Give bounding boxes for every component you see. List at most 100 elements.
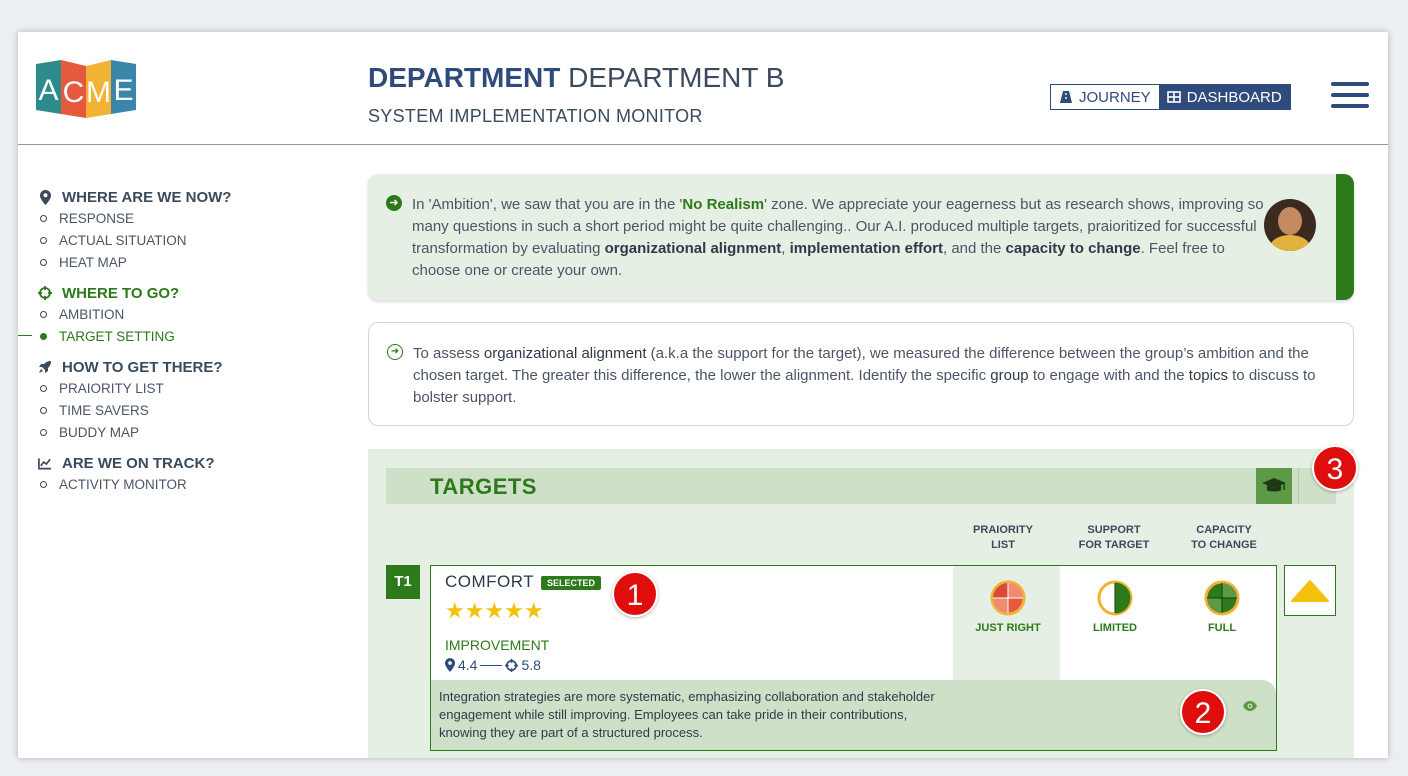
sidebar-section-title: WHERE ARE WE NOW? [62, 188, 232, 206]
arrow-right-circle-icon: ➜ [387, 344, 403, 360]
journey-toggle-button[interactable]: JOURNEY [1051, 85, 1159, 109]
page-title-bold: DEPARTMENT [368, 62, 561, 93]
bullet-icon [40, 310, 47, 318]
current-score: 4.4 [458, 657, 478, 673]
triangle-up-icon [1291, 579, 1329, 602]
crosshair-icon [505, 658, 519, 672]
capacity-pie-icon [1204, 580, 1240, 616]
dashboard-toggle-button[interactable]: DASHBOARD [1158, 85, 1290, 109]
column-header-capacity: CAPACITY TO CHANGE [1191, 524, 1257, 551]
info-text: , [781, 240, 790, 257]
info-bold: capacity to change [1005, 240, 1141, 257]
range-line [480, 664, 503, 666]
logo-letter: A [38, 74, 58, 107]
target-id-badge: T1 [386, 565, 420, 599]
target-card[interactable]: COMFORT SELECTED ★★★★★ IMPROVEMENT 4.4 5… [430, 565, 1277, 751]
capacity-metric: FULL [1167, 580, 1277, 634]
bullet-icon [40, 406, 47, 414]
info-term: group [990, 367, 1029, 384]
info-text: In 'Ambition', we saw that you are in th… [412, 196, 683, 213]
sidebar-item-response[interactable]: RESPONSE [38, 207, 338, 229]
sidebar-section-title: HOW TO GET THERE? [62, 358, 223, 376]
target-score: 5.8 [521, 657, 541, 673]
praiority-value: JUST RIGHT [975, 622, 1041, 634]
sidebar-section-where-to-go[interactable]: WHERE TO GO? [38, 283, 338, 303]
bullet-icon [40, 214, 47, 222]
road-icon [1060, 91, 1072, 103]
star-rating: ★★★★★ [445, 598, 544, 623]
sidebar-item-label: RESPONSE [59, 210, 135, 226]
sidebar-item-buddy-map[interactable]: BUDDY MAP [38, 421, 338, 443]
improvement-values: 4.4 5.8 [445, 657, 541, 673]
header-divider [1298, 468, 1299, 504]
sidebar-item-actual-situation[interactable]: ACTUAL SITUATION [38, 229, 338, 251]
callout-badge: 1 [612, 571, 658, 617]
sidebar-item-label: AMBITION [59, 306, 125, 322]
sidebar-item-label: BUDDY MAP [59, 424, 140, 440]
hamburger-menu-icon[interactable] [1331, 82, 1369, 112]
bullet-icon [40, 332, 47, 340]
target-name: COMFORT [445, 572, 535, 591]
sidebar-item-time-savers[interactable]: TIME SAVERS [38, 399, 338, 421]
info-text: , and the [942, 240, 1006, 257]
column-header-support: SUPPORT FOR TARGET [1078, 524, 1150, 551]
sidebar-item-praiority-list[interactable]: PRAIORITY LIST [38, 377, 338, 399]
sidebar-item-label: TARGET SETTING [59, 328, 175, 344]
logo-letter: M [86, 76, 111, 109]
sidebar-item-label: PRAIORITY LIST [59, 380, 164, 396]
sidebar-item-label: TIME SAVERS [59, 402, 149, 418]
targets-title: TARGETS [430, 474, 537, 499]
sidebar-section-where-are-we-now[interactable]: WHERE ARE WE NOW? [38, 187, 338, 207]
support-value: LIMITED [1093, 622, 1137, 634]
info-text: to engage with and the [1028, 367, 1189, 384]
map-pin-icon [445, 658, 455, 672]
graduation-cap-button[interactable] [1256, 468, 1292, 504]
ai-info-panel: ➜ In 'Ambition', we saw that you are in … [368, 174, 1354, 300]
target-description: Integration strategies are more systemat… [431, 680, 1276, 750]
app-window: A C M E DEPARTMENT DEPARTMENT B SYSTEM I… [18, 32, 1388, 758]
crosshair-icon [38, 286, 52, 300]
selected-badge: SELECTED [541, 576, 602, 590]
acme-logo[interactable]: A C M E [36, 58, 136, 118]
callout-badge: 3 [1312, 445, 1358, 491]
sidebar-nav: WHERE ARE WE NOW? RESPONSE ACTUAL SITUAT… [18, 177, 338, 495]
eye-icon[interactable] [1242, 698, 1258, 716]
panel-accent-bar [1336, 174, 1354, 300]
column-header-praiority-list: PRAIORITY LIST [973, 524, 1033, 551]
sidebar-section-how-to-get-there[interactable]: HOW TO GET THERE? [38, 357, 338, 377]
sidebar-section-are-we-on-track[interactable]: ARE WE ON TRACK? [38, 453, 338, 473]
sidebar-section-title: WHERE TO GO? [62, 284, 180, 302]
sidebar-item-target-setting[interactable]: TARGET SETTING [18, 325, 338, 347]
callout-badge: 2 [1180, 689, 1226, 735]
dashboard-label: DASHBOARD [1186, 88, 1282, 106]
journey-label: JOURNEY [1079, 88, 1151, 106]
targets-section: TARGETS 3 PRAIORITY LIST SUPPORT FOR TARGE… [368, 445, 1358, 758]
info-text: To assess [413, 345, 484, 362]
bullet-icon [40, 236, 47, 244]
logo-letter: C [63, 76, 85, 109]
sidebar-section-title: ARE WE ON TRACK? [62, 454, 215, 472]
bullet-icon [40, 258, 47, 266]
graduation-cap-icon [1262, 478, 1286, 492]
page-title: DEPARTMENT DEPARTMENT B [368, 62, 784, 94]
bullet-icon [40, 384, 47, 392]
sidebar-item-label: HEAT MAP [59, 254, 127, 270]
support-metric: LIMITED [1060, 580, 1170, 634]
sidebar-item-activity-monitor[interactable]: ACTIVITY MONITOR [38, 473, 338, 495]
description-text: Integration strategies are more systemat… [439, 689, 935, 740]
bullet-icon [40, 480, 47, 488]
view-toggle: JOURNEY DASHBOARD [1050, 84, 1291, 110]
sidebar-item-heat-map[interactable]: HEAT MAP [38, 251, 338, 273]
map-pin-icon [38, 189, 52, 205]
header: A C M E DEPARTMENT DEPARTMENT B SYSTEM I… [18, 32, 1388, 145]
info-term: topics [1188, 367, 1228, 384]
chart-line-icon [38, 457, 52, 470]
info-bold: organizational alignment [604, 240, 782, 257]
advisor-avatar [1264, 199, 1316, 251]
collapse-up-button[interactable] [1284, 565, 1336, 616]
info-bold: implementation effort [789, 240, 943, 257]
zone-name: No Realism [682, 196, 765, 213]
sidebar-item-label: ACTUAL SITUATION [59, 232, 187, 248]
sidebar-item-ambition[interactable]: AMBITION [38, 303, 338, 325]
page-title-rest: DEPARTMENT B [568, 62, 785, 93]
